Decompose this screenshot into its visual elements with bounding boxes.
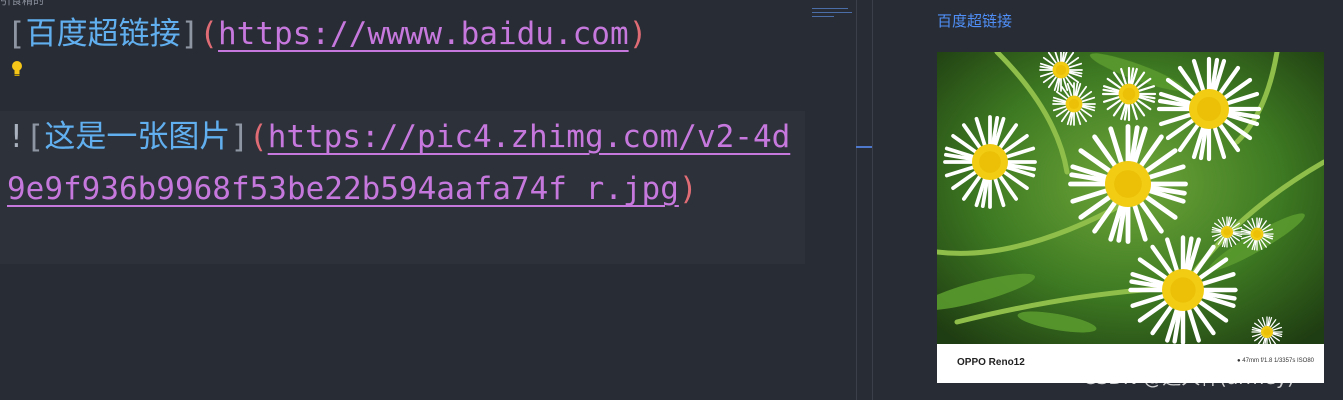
minimap[interactable] [812, 8, 854, 20]
editor-pane[interactable]: 引食精的 [百度超链接](https://wwww.baidu.com) ![这… [0, 0, 856, 400]
clipped-text: 引食精的 [0, 0, 44, 7]
preview-image: OPPO Reno12 ● 47mm f/1.8 1/3357s ISO80 [937, 52, 1324, 383]
daisy-photo [937, 52, 1324, 344]
open-bracket: [ [25, 119, 45, 155]
close-paren: ) [678, 171, 698, 207]
markdown-image-block[interactable]: ![这是一张图片](https://pic4.zhimg.com/v2-4d9e… [0, 111, 805, 264]
camera-brand-label: OPPO Reno12 [957, 357, 1025, 368]
open-paren: ( [199, 16, 219, 52]
lightbulb-icon[interactable] [10, 60, 24, 78]
close-paren: ) [628, 16, 648, 52]
preview-pane: 百度超链接 OPPO Reno12 ● 47mm f/1.8 1/3357s I… [873, 0, 1343, 400]
open-paren: ( [249, 119, 268, 155]
image-alt-text: 这是一张图片 [44, 119, 231, 155]
preview-link[interactable]: 百度超链接 [937, 10, 1012, 31]
image-bang: ! [7, 119, 26, 155]
open-bracket: [ [7, 16, 26, 52]
link-text: 百度超链接 [25, 16, 181, 52]
close-bracket: ] [180, 16, 200, 52]
close-bracket: ] [230, 119, 250, 155]
markdown-link-line[interactable]: [百度超链接](https://wwww.baidu.com) [7, 8, 647, 60]
markdown-editor-app: 引食精的 [百度超链接](https://wwww.baidu.com) ![这… [0, 0, 1343, 400]
minimap-divider [856, 0, 857, 400]
watermark: CSDN @道人禅(armey) [1083, 367, 1295, 389]
markdown-image-line[interactable]: ![这是一张图片](https://pic4.zhimg.com/v2-4d9e… [7, 111, 797, 215]
scroll-position-marker [856, 146, 872, 148]
link-url[interactable]: https://wwww.baidu.com [218, 16, 629, 52]
